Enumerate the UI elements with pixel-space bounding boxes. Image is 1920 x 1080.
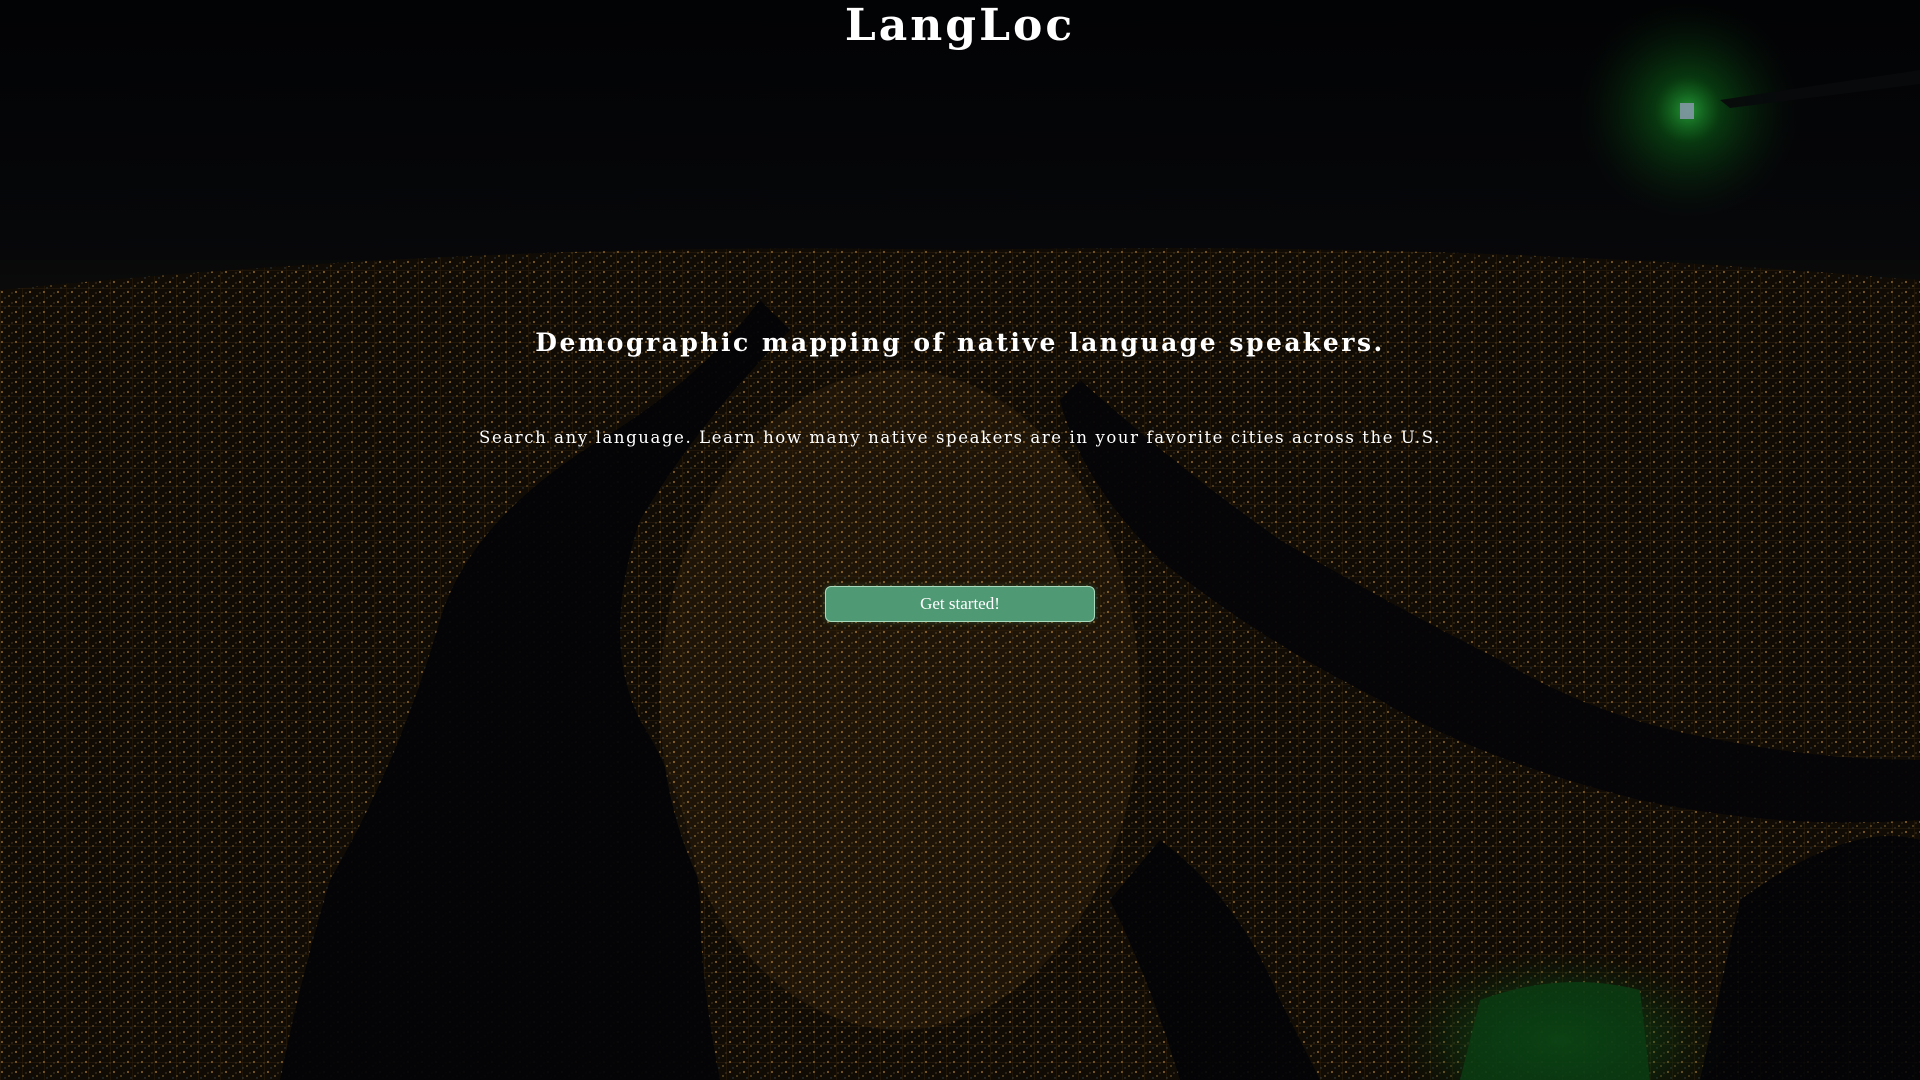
get-started-button[interactable]: Get started! [825,586,1095,622]
hero-subtitle: Search any language. Learn how many nati… [479,428,1441,447]
hero-tagline: Demographic mapping of native language s… [535,328,1385,357]
app-title: LangLoc [844,0,1076,51]
city-night-background-image [0,0,1920,1080]
hero-section: LangLoc Demographic mapping of native la… [0,0,1920,1080]
